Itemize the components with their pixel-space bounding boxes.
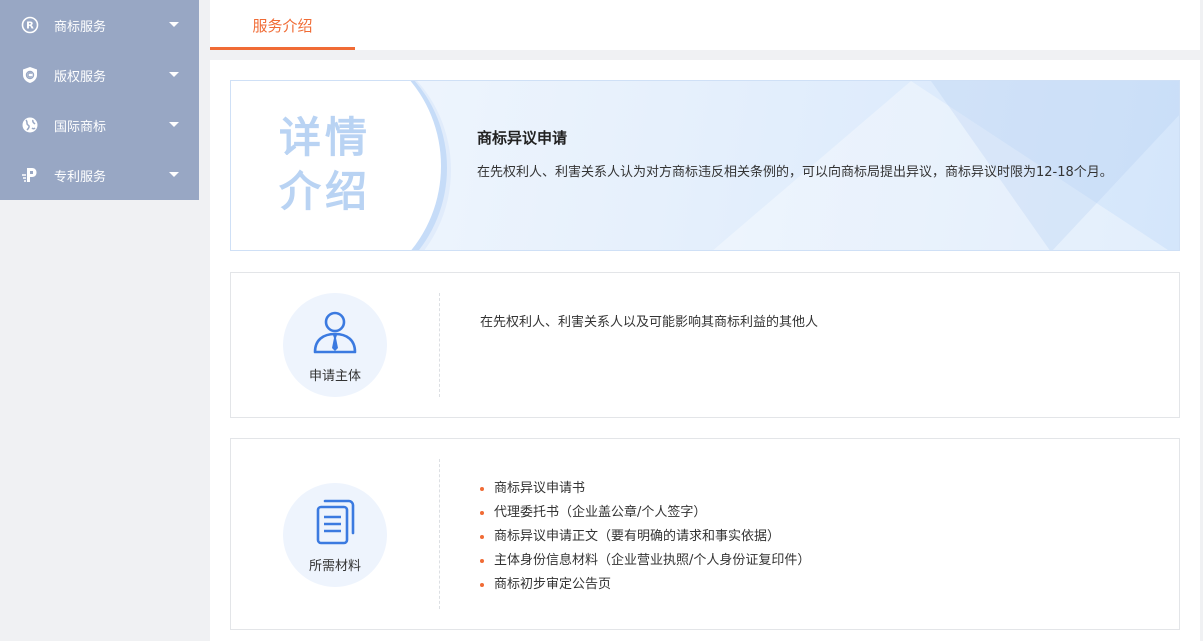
bullet-icon bbox=[480, 559, 484, 563]
caret-down-icon bbox=[169, 72, 179, 77]
caret-down-icon bbox=[169, 172, 179, 177]
divider bbox=[439, 293, 440, 397]
badge-line: 介绍 bbox=[279, 167, 372, 216]
service-description: 在先权利人、利害关系人认为对方商标违反相关条例的，可以向商标局提出异议，商标异议… bbox=[477, 165, 1113, 180]
materials-label: 所需材料 bbox=[308, 559, 361, 574]
materials-list: 商标异议申请书 代理委托书（企业盖公章/个人签字） 商标异议申请正文（要有明确的… bbox=[480, 477, 810, 597]
sidebar-item-copyright[interactable]: 版权服务 bbox=[0, 50, 199, 100]
tab-bar: 服务介绍 bbox=[210, 0, 1200, 50]
sidebar: R 商标服务 版权服务 国际商标 专利服务 bbox=[0, 0, 199, 200]
list-item: 代理委托书（企业盖公章/个人签字） bbox=[480, 501, 810, 525]
tab-service-intro[interactable]: 服务介绍 bbox=[210, 0, 355, 50]
list-item-text: 主体身份信息材料（企业营业执照/个人身份证复印件） bbox=[494, 553, 811, 568]
bullet-icon bbox=[480, 487, 484, 491]
person-icon bbox=[311, 307, 359, 357]
materials-card: 所需材料 商标异议申请书 代理委托书（企业盖公章/个人签字） 商标异议申请正文（… bbox=[230, 438, 1180, 630]
sidebar-item-patent[interactable]: 专利服务 bbox=[0, 150, 199, 200]
caret-down-icon bbox=[169, 122, 179, 127]
list-item-text: 商标异议申请正文（要有明确的请求和事实依据） bbox=[494, 529, 781, 544]
applicant-card: 申请主体 在先权利人、利害关系人以及可能影响其商标利益的其他人 bbox=[230, 272, 1180, 418]
bullet-icon bbox=[480, 583, 484, 587]
list-item-text: 商标初步审定公告页 bbox=[494, 577, 612, 592]
materials-badge: 所需材料 bbox=[283, 483, 387, 587]
caret-down-icon bbox=[169, 22, 179, 27]
service-panel: 详情 介绍 商标异议申请 在先权利人、利害关系人认为对方商标违反相关条例的，可以… bbox=[210, 60, 1200, 641]
sidebar-item-trademark[interactable]: R 商标服务 bbox=[0, 0, 199, 50]
bullet-icon bbox=[480, 535, 484, 539]
sidebar-item-label: 商标服务 bbox=[54, 19, 107, 35]
documents-icon bbox=[311, 497, 359, 547]
sidebar-item-label: 版权服务 bbox=[54, 69, 107, 85]
divider bbox=[439, 459, 440, 609]
applicant-badge: 申请主体 bbox=[283, 293, 387, 397]
applicant-text: 在先权利人、利害关系人以及可能影响其商标利益的其他人 bbox=[480, 315, 819, 330]
list-item: 主体身份信息材料（企业营业执照/个人身份证复印件） bbox=[480, 549, 810, 573]
svg-text:R: R bbox=[26, 21, 34, 32]
copyright-shield-icon bbox=[20, 65, 40, 85]
main-content: 服务介绍 详情 介绍 商标异议申请 在先权利人、利害关系人认为对方商标违反相关条… bbox=[210, 0, 1200, 641]
list-item-text: 商标异议申请书 bbox=[494, 481, 586, 496]
registered-icon: R bbox=[20, 15, 40, 35]
list-item: 商标初步审定公告页 bbox=[480, 573, 810, 597]
sidebar-item-international-trademark[interactable]: 国际商标 bbox=[0, 100, 199, 150]
details-badge: 详情 介绍 bbox=[279, 111, 371, 219]
bullet-icon bbox=[480, 511, 484, 515]
sidebar-item-label: 专利服务 bbox=[54, 169, 107, 185]
list-item: 商标异议申请书 bbox=[480, 477, 810, 501]
list-item: 商标异议申请正文（要有明确的请求和事实依据） bbox=[480, 525, 810, 549]
sidebar-item-label: 国际商标 bbox=[54, 119, 107, 135]
globe-icon bbox=[20, 115, 40, 135]
badge-line: 详情 bbox=[279, 113, 372, 162]
service-title: 商标异议申请 bbox=[477, 129, 568, 147]
list-item-text: 代理委托书（企业盖公章/个人签字） bbox=[494, 505, 707, 520]
applicant-label: 申请主体 bbox=[308, 369, 361, 384]
service-banner: 详情 介绍 商标异议申请 在先权利人、利害关系人认为对方商标违反相关条例的，可以… bbox=[230, 80, 1180, 251]
patent-icon bbox=[20, 165, 40, 185]
